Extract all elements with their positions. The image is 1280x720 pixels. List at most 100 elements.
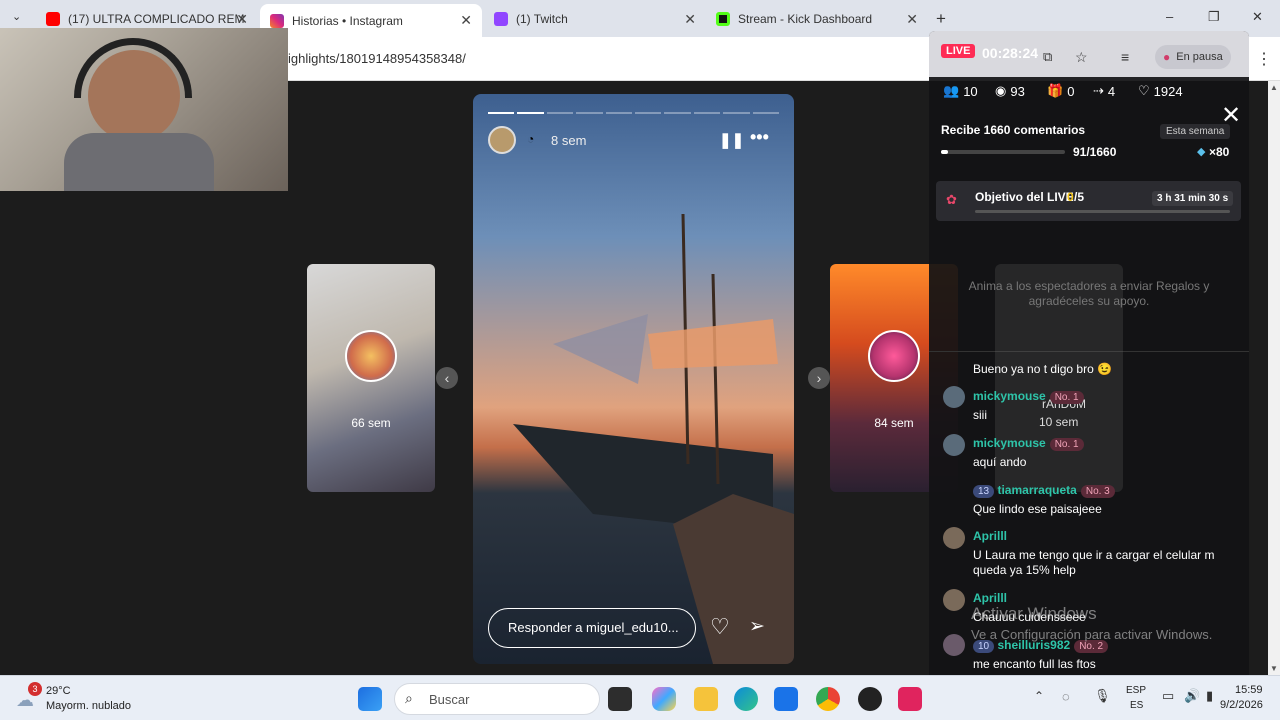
lang-top[interactable]: ESP: [1126, 685, 1146, 696]
chat-message: Bueno ya no t digo bro 😉: [973, 362, 1112, 376]
scrollbar[interactable]: ▲ ▼: [1268, 81, 1280, 675]
eye-icon: ◉: [995, 83, 1007, 98]
scroll-up-icon[interactable]: ▲: [1270, 83, 1278, 92]
star-icon[interactable]: ☆: [1075, 49, 1088, 66]
restore-button[interactable]: ❐: [1208, 9, 1220, 25]
goal-period: Esta semana: [1160, 124, 1231, 139]
close-tab-icon[interactable]: ✕: [236, 11, 248, 28]
tab-instagram[interactable]: Historias • Instagram ✕: [260, 4, 482, 37]
chat-message-text: aquí ando: [973, 455, 1026, 469]
windows-start-icon[interactable]: [358, 687, 382, 711]
likes-count: 1924: [1153, 83, 1183, 99]
weather-widget[interactable]: ☁ 3 29°C Mayorm. nublado: [14, 682, 144, 716]
tab-label: Historias • Instagram: [292, 13, 403, 28]
send-icon[interactable]: ➢: [749, 615, 765, 638]
copilot-icon[interactable]: [652, 687, 676, 711]
viewers-stat: 👥 10: [943, 83, 978, 99]
minimize-button[interactable]: –: [1166, 9, 1173, 24]
objective-progress-bar: [975, 210, 1230, 213]
message-text: aquí ando: [973, 455, 1027, 469]
users-icon: 👥: [943, 83, 960, 98]
goal-progress-bar: [941, 150, 1065, 154]
chrome-icon[interactable]: [816, 687, 840, 711]
objective-card[interactable]: ✿ Objetivo del LIVE 0 /5 3 h 31 min 30 s: [936, 181, 1241, 221]
more-options-icon[interactable]: •••: [750, 127, 769, 148]
reply-input[interactable]: Responder a miguel_edu10...: [488, 608, 696, 648]
gifts-count: 0: [1067, 83, 1075, 99]
file-explorer-icon[interactable]: [694, 687, 718, 711]
goal-progress-text: 91/1660: [1073, 145, 1117, 159]
story-card[interactable]: ◔ 8 sem ❚❚ ••• Responder a miguel_edu10.…: [473, 94, 794, 664]
paused-button[interactable]: ● En pausa: [1155, 45, 1231, 69]
live-badge: LIVE: [941, 44, 976, 58]
lang-bottom[interactable]: ES: [1130, 700, 1143, 711]
store-icon[interactable]: [774, 687, 798, 711]
url-text[interactable]: ighlights/18019148954358348/: [288, 51, 466, 66]
sail: [648, 319, 778, 369]
kebab-menu-icon[interactable]: ⋮: [1256, 49, 1272, 69]
message-user[interactable]: mickymouse: [973, 389, 1046, 403]
tab-kick[interactable]: Stream - Kick Dashboard ✕: [706, 5, 928, 33]
avatar[interactable]: [943, 527, 965, 549]
previous-story-preview[interactable]: 66 sem: [307, 264, 435, 492]
twitch-icon: [494, 12, 508, 26]
instagram-icon: [270, 13, 284, 28]
sail: [553, 314, 648, 384]
task-view-icon[interactable]: [608, 687, 632, 711]
speaker-icon[interactable]: 🔊: [1184, 688, 1200, 704]
microphone-icon[interactable]: 🎙: [1094, 688, 1111, 704]
activation-watermark-subtitle: Ve a Configuración para activar Windows.: [971, 627, 1213, 642]
clock-date[interactable]: 9/2/2026: [1220, 699, 1263, 711]
screen-icon[interactable]: ⧉: [1043, 49, 1052, 65]
objective-total: /5: [1074, 190, 1085, 204]
close-window-button[interactable]: ✕: [1252, 9, 1263, 25]
avatar[interactable]: [943, 386, 965, 408]
list-icon[interactable]: ≡: [1121, 49, 1129, 65]
message-user[interactable]: mickymouse: [973, 436, 1046, 450]
avatar[interactable]: [943, 634, 965, 656]
views-count: 93: [1010, 83, 1025, 99]
scroll-down-icon[interactable]: ▼: [1270, 664, 1278, 673]
tab-twitch[interactable]: (1) Twitch ✕: [484, 5, 706, 33]
pause-icon[interactable]: ❚❚: [719, 131, 744, 149]
battery-icon[interactable]: ▮: [1206, 688, 1213, 704]
chat-message: 13 tiamarraqueta No. 3: [973, 483, 1115, 498]
avatar[interactable]: [943, 589, 965, 611]
message-user[interactable]: tiamarraqueta: [997, 483, 1076, 497]
lock-icon: ●: [1163, 50, 1171, 64]
chat-message: Aprilll: [973, 591, 1007, 605]
message-user[interactable]: Aprilll: [973, 529, 1007, 543]
search-label: Buscar: [429, 692, 470, 707]
notification-badge: 3: [28, 682, 42, 696]
avatar[interactable]: [943, 434, 965, 456]
edge-icon[interactable]: [734, 687, 758, 711]
sticker-icon: ◔: [527, 132, 535, 146]
tiktok-icon[interactable]: [898, 687, 922, 711]
tab-label: (1) Twitch: [516, 12, 568, 26]
chevron-up-icon[interactable]: ⌃: [1034, 689, 1044, 703]
close-tab-icon[interactable]: ✕: [460, 12, 472, 29]
objective-count: 0: [1067, 190, 1074, 204]
shares-stat: ⇢ 4: [1093, 83, 1115, 99]
message-text: siii: [973, 408, 987, 422]
live-timer: 00:28:24: [982, 45, 1039, 61]
close-tab-icon[interactable]: ✕: [906, 11, 918, 28]
search-box[interactable]: ⌕ Buscar: [394, 683, 600, 715]
heart-icon[interactable]: ♡: [710, 614, 730, 640]
chat-message-text: siii: [973, 408, 987, 422]
display-icon[interactable]: ▭: [1162, 688, 1174, 704]
author-avatar[interactable]: [488, 126, 516, 154]
message-user[interactable]: Aprilll: [973, 591, 1007, 605]
diamond-icon: ◆: [1197, 146, 1206, 158]
network-icon[interactable]: ◌: [1062, 689, 1070, 704]
obs-icon[interactable]: [858, 687, 882, 711]
close-tab-icon[interactable]: ✕: [684, 11, 696, 28]
message-text: Que lindo ese paisajeee: [973, 502, 1102, 516]
paused-label: En pausa: [1176, 51, 1223, 63]
previous-story-arrow[interactable]: ‹: [436, 367, 458, 389]
tab-search-icon[interactable]: ⌄: [12, 10, 21, 23]
clock-time[interactable]: 15:59: [1235, 684, 1263, 696]
new-tab-button[interactable]: +: [936, 9, 946, 29]
weather-desc: Mayorm. nublado: [46, 700, 131, 712]
next-story-arrow[interactable]: ›: [808, 367, 830, 389]
